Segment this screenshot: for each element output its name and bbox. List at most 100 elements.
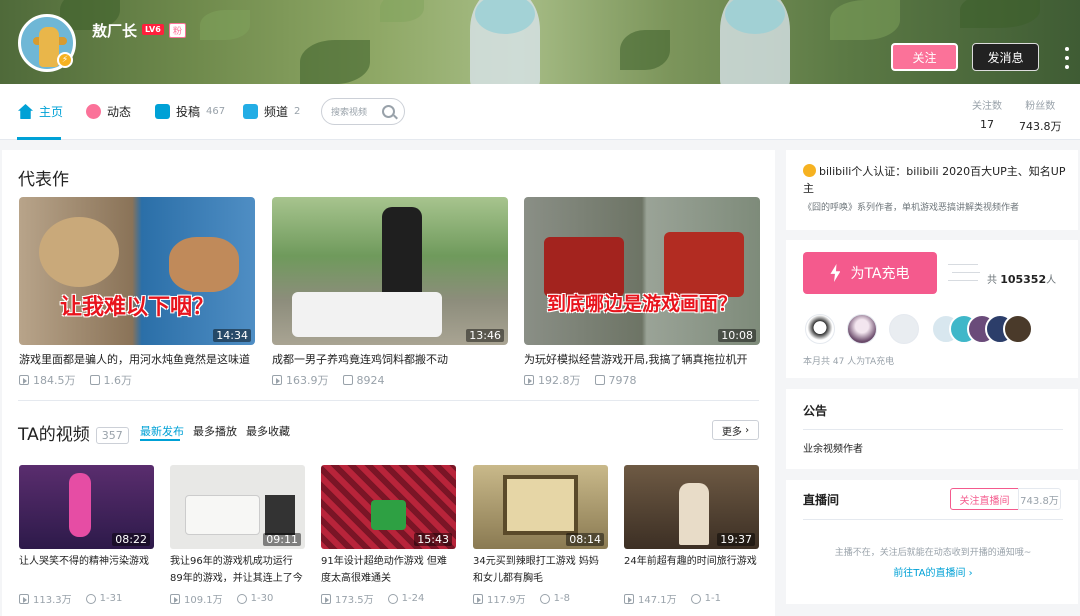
username: 敖厂长 [92,22,138,40]
tab-uploads[interactable]: 投稿 467 [155,103,225,120]
verify-text: bilibili个人认证：bilibili 2020百大UP主、知名UP主 [803,164,1066,195]
play-count-icon [473,593,483,604]
more-options-icon[interactable] [1062,47,1072,69]
video-thumbnail[interactable]: 到底哪边是游戏画面？ 10:08 [524,197,760,345]
tab-channels[interactable]: 频道 2 [243,103,300,120]
notice-title: 公告 [803,404,828,418]
masterpiece-card[interactable]: 13:46 成都一男子养鸡竟连鸡饲料都搬不动 163.9万 8924 [272,197,508,388]
video-title[interactable]: 我让96年的游戏机成功运行89年的游戏，并让其连上了今 [170,553,305,587]
video-duration: 15:43 [414,533,452,546]
live-title: 直播间 [803,493,840,507]
divider [803,519,1063,520]
circuit-decoration [948,258,980,290]
home-icon [18,104,33,119]
danmaku-icon [594,375,605,385]
thumbnail-caption: 到底哪边是游戏画面？ [546,293,737,315]
video-title[interactable]: 24年前超有趣的时间旅行游戏 [624,553,759,587]
channels-icon [243,104,258,119]
tab-dynamic[interactable]: 动态 [86,103,131,120]
masterpiece-card[interactable]: 让我难以下咽？ 14:34 游戏里面都是骗人的，用河水炖鱼竟然是这味道 184.… [19,197,255,388]
video-duration: 14:34 [213,329,251,342]
video-thumbnail[interactable]: 08:22 [19,465,154,549]
masterpiece-title: 代表作 [18,170,69,190]
search-icon[interactable] [382,105,395,118]
video-card[interactable]: 15:43 91年设计超绝动作游戏 但难度太高很难通关 173.5万 1-24 [321,465,456,606]
live-follower-count: 743.8万 [1018,488,1061,510]
thumbnail-caption: 让我难以下咽？ [59,295,214,320]
video-duration: 10:08 [718,329,756,342]
follow-button[interactable]: 关注 [891,43,958,71]
level-badge: LV6 [142,24,164,35]
clock-icon [85,593,96,604]
video-thumbnail[interactable]: 让我难以下咽？ 14:34 [19,197,255,345]
search-input[interactable]: 搜索视频 [321,98,405,125]
tab-most-played[interactable]: 最多播放 [193,423,237,439]
play-count-icon [272,375,282,385]
video-card[interactable]: 08:22 让人哭笑不得的精神污染游戏 113.3万 1-31 [19,465,154,606]
notice-text: 业余视频作者 [803,444,863,455]
play-count-icon [624,593,634,604]
video-count-badge: 357 [95,426,129,444]
verify-description: 《囧的呼唤》系列作者，单机游戏恶搞讲解类视频作者 [803,203,1020,213]
play-count-icon [321,593,331,604]
avatar[interactable] [847,314,877,344]
tab-latest[interactable]: 最新发布 [140,423,184,439]
play-count-icon [19,593,29,604]
video-thumbnail[interactable]: 15:43 [321,465,456,549]
video-card[interactable]: 09:11 我让96年的游戏机成功运行89年的游戏，并让其连上了今 109.1万… [170,465,305,606]
videos-title: TA的视频 357 [18,420,129,445]
danmaku-icon [342,375,353,385]
play-count-icon [170,593,180,604]
video-duration: 09:11 [263,533,301,546]
charger-avatars [805,314,1033,344]
profile-banner [0,0,1080,84]
danmaku-icon [89,375,100,385]
video-duration: 13:46 [466,329,504,342]
video-title[interactable]: 34元买到辣眼打工游戏 妈妈和女儿都有胸毛 [473,553,608,587]
section-divider [18,400,759,401]
verified-badge-icon: ⚡ [57,52,73,68]
uploads-icon [155,104,170,119]
masterpiece-card[interactable]: 到底哪边是游戏画面？ 10:08 为玩好模拟经营游戏开局,我搞了辆真拖拉机开 1… [524,197,760,388]
video-title[interactable]: 成都一男子养鸡竟连鸡饲料都搬不动 [272,352,508,368]
following-stat[interactable]: 关注数 17 [972,97,1002,131]
lightning-icon [830,264,841,282]
charge-button[interactable]: 为TA充电 [803,252,937,294]
live-empty-message: 主播不在，关注后就能在动态收到开播的通知哦~ [834,548,1032,558]
video-title[interactable]: 91年设计超绝动作游戏 但难度太高很难通关 [321,553,456,587]
message-button[interactable]: 发消息 [972,43,1039,71]
clock-icon [387,593,398,604]
video-thumbnail[interactable]: 08:14 [473,465,608,549]
video-title[interactable]: 让人哭笑不得的精神污染游戏 [19,553,154,587]
clock-icon [236,593,247,604]
divider [803,429,1063,430]
avatar[interactable] [805,314,835,344]
video-thumbnail[interactable]: 13:46 [272,197,508,345]
active-tab-indicator [140,439,180,441]
video-thumbnail[interactable]: 09:11 [170,465,305,549]
avatar[interactable] [1003,314,1033,344]
video-title[interactable]: 游戏里面都是骗人的，用河水炖鱼竟然是这味道 [19,352,255,368]
play-count-icon [19,375,29,385]
follow-live-button[interactable]: 关注直播间 [950,488,1019,510]
charge-note: 本月共 47 人为TA充电 [803,357,895,367]
video-duration: 08:14 [566,533,604,546]
fans-stat[interactable]: 粉丝数 743.8万 [1019,97,1062,134]
go-to-live-link[interactable]: 前往TA的直播间 › [803,564,1063,579]
active-tab-indicator [17,137,61,140]
dynamic-icon [86,104,101,119]
fan-badge[interactable]: 粉 [169,23,187,38]
video-card[interactable]: 08:14 34元买到辣眼打工游戏 妈妈和女儿都有胸毛 117.9万 1-8 [473,465,608,606]
video-card[interactable]: 19:37 24年前超有趣的时间旅行游戏 147.1万 1-1 [624,465,759,606]
verified-icon [803,164,816,177]
avatar[interactable] [889,314,919,344]
video-thumbnail[interactable]: 19:37 [624,465,759,549]
video-duration: 19:37 [717,533,755,546]
clock-icon [690,593,701,604]
more-button[interactable]: 更多 › [712,420,759,440]
play-count-icon [524,375,534,385]
charge-total: 共 105352人 [987,273,1057,286]
video-title[interactable]: 为玩好模拟经营游戏开局,我搞了辆真拖拉机开 [524,352,760,368]
tab-most-favorited[interactable]: 最多收藏 [246,423,290,439]
tab-home[interactable]: 主页 [18,103,63,120]
